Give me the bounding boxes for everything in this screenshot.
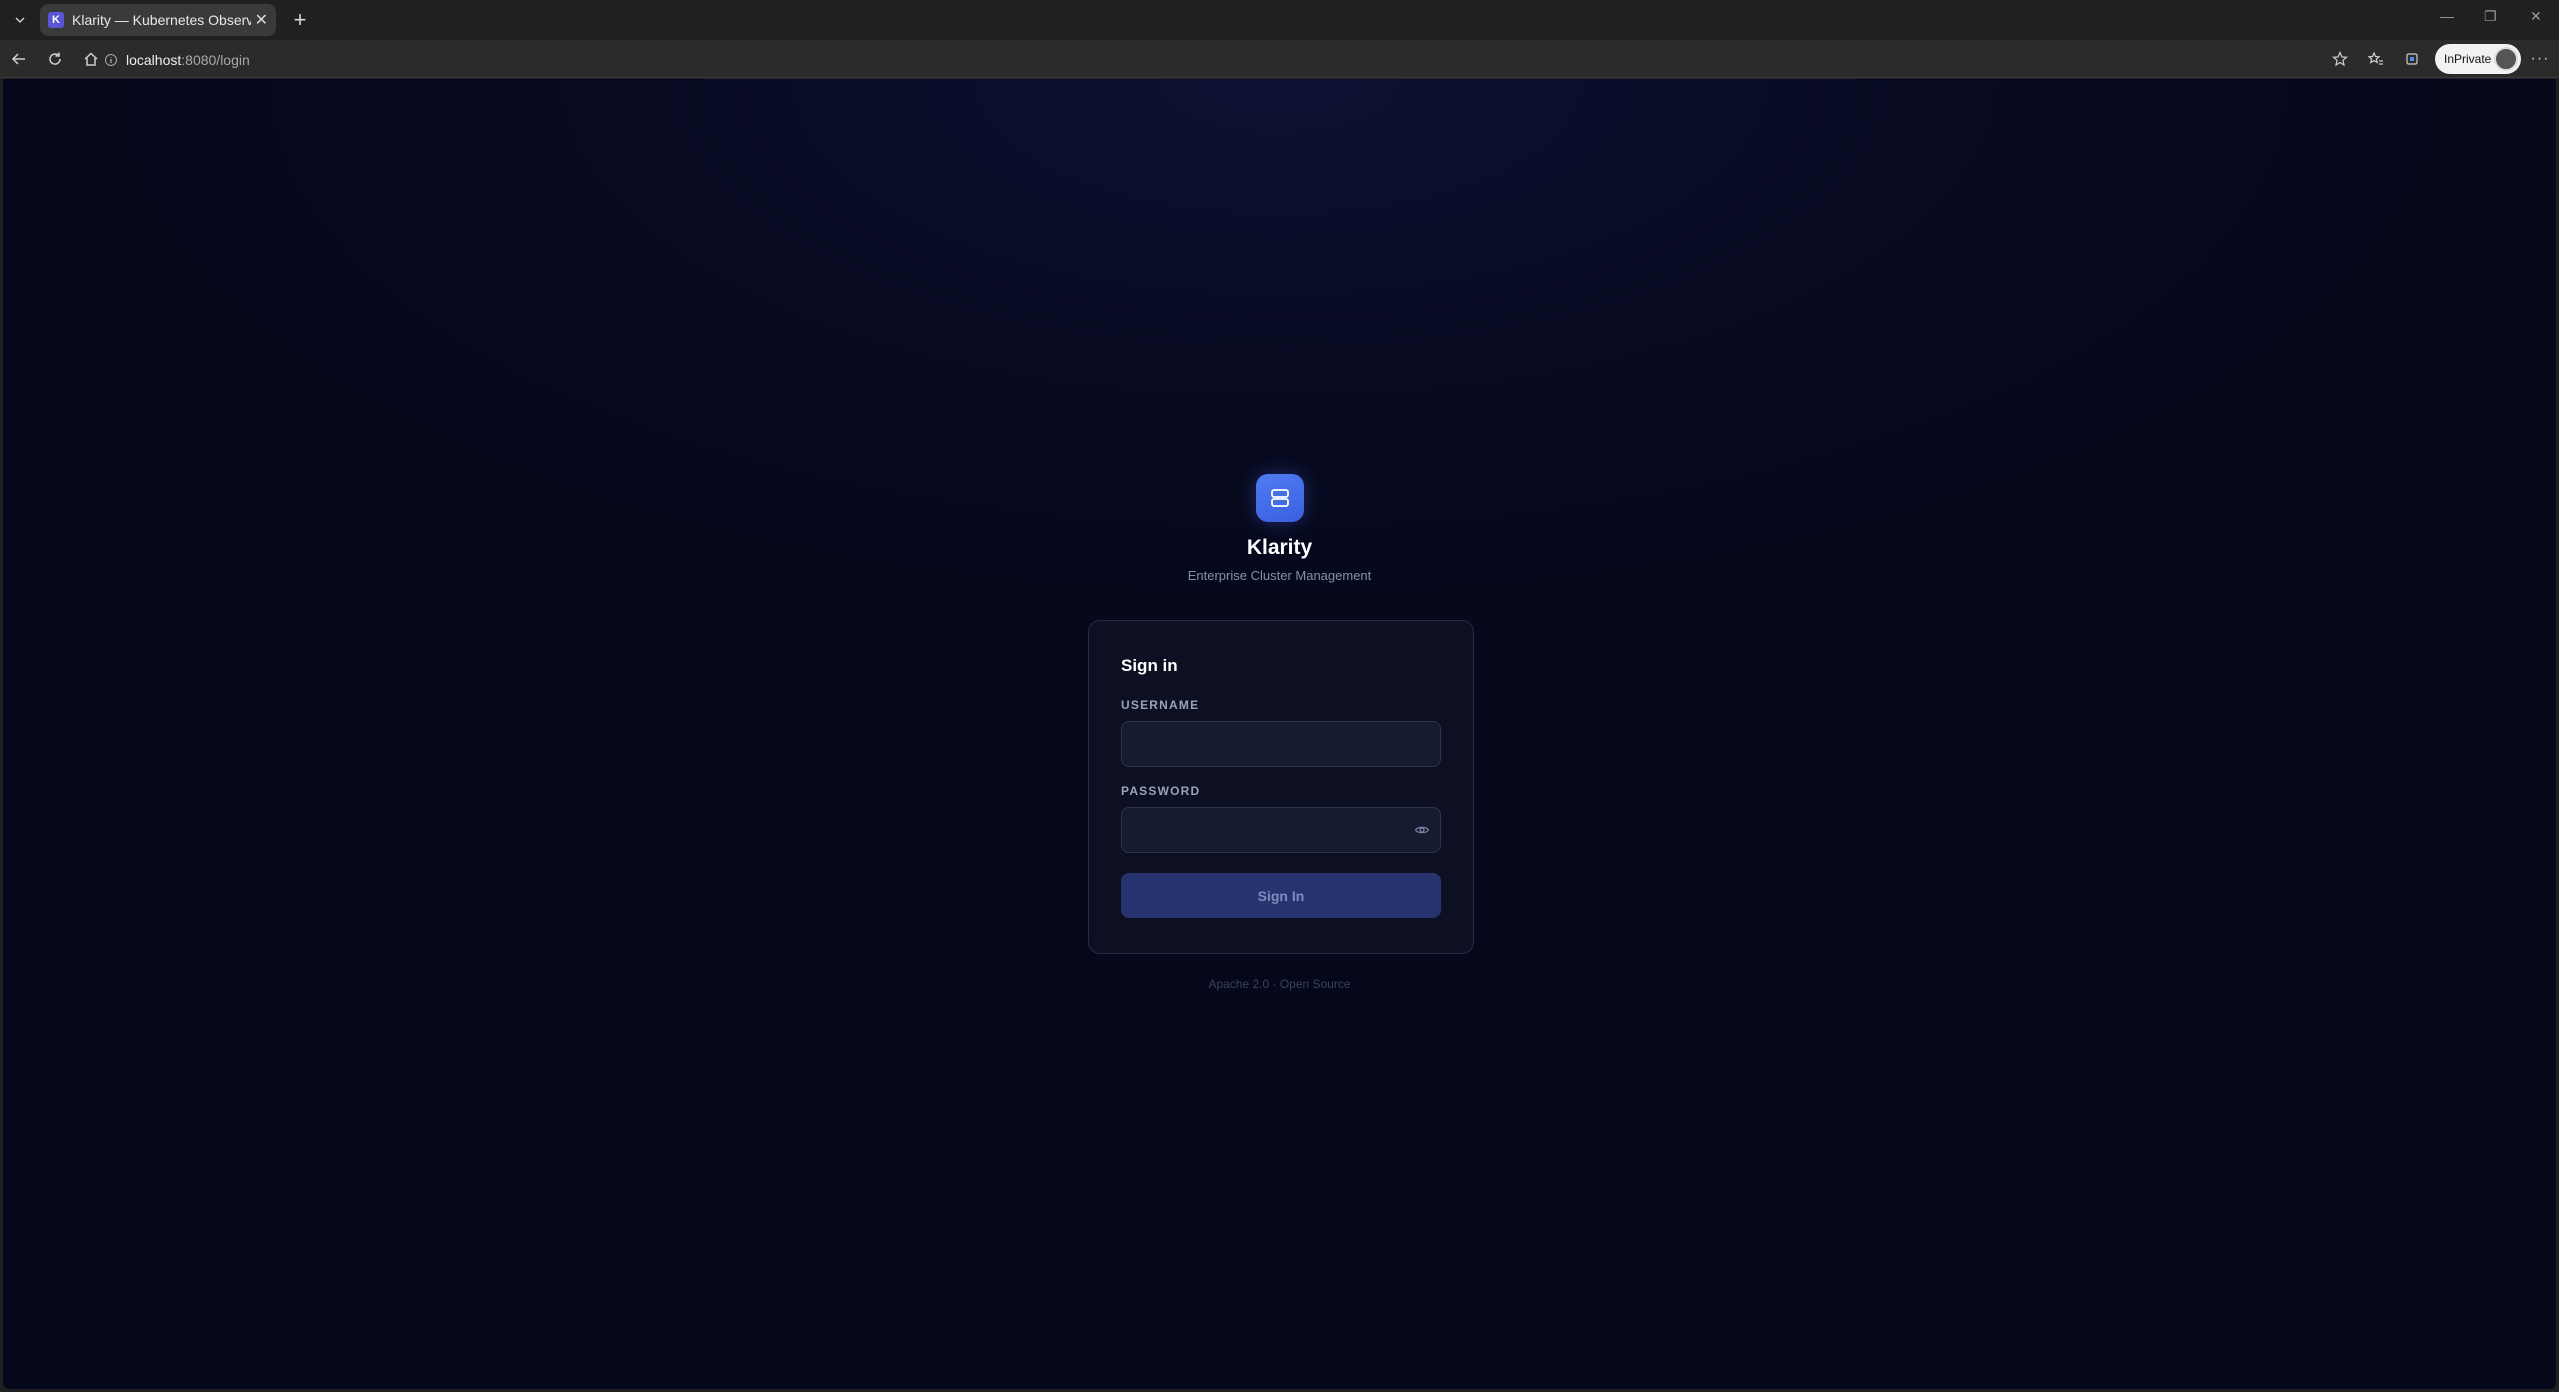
- inprivate-label: InPrivate: [2444, 52, 2492, 66]
- more-icon: ···: [2530, 50, 2550, 67]
- footer-text: Apache 2.0 · Open Source: [1208, 977, 1351, 991]
- home-button[interactable]: [78, 46, 104, 72]
- avatar: [2494, 47, 2518, 71]
- minimize-icon[interactable]: —: [2440, 8, 2454, 24]
- close-icon[interactable]: ✕: [255, 10, 268, 30]
- tab-actions-menu-button[interactable]: [3, 3, 37, 37]
- password-label: PASSWORD: [1121, 784, 1201, 798]
- tab-title: Klarity — Kubernetes Observability: [72, 12, 251, 28]
- username-field[interactable]: [1121, 721, 1441, 767]
- server-stack-icon: [1255, 474, 1304, 522]
- window-close-icon[interactable]: ✕: [2530, 8, 2542, 25]
- brand-header: Klarity Enterprise Cluster Management: [3, 474, 2556, 583]
- login-card: Sign in USERNAME PASSWORD Sign In: [1088, 620, 1474, 954]
- favorite-button[interactable]: [2327, 46, 2353, 72]
- tab-favicon: K: [48, 12, 64, 28]
- reload-button[interactable]: [42, 46, 68, 72]
- arrow-left-icon: [11, 53, 25, 65]
- sign-in-button[interactable]: Sign In: [1121, 873, 1441, 918]
- url-path: :8080/login: [181, 52, 250, 68]
- reload-icon: [49, 52, 61, 65]
- info-icon: [105, 54, 117, 66]
- page-viewport: Klarity Enterprise Cluster Management Si…: [3, 79, 2556, 1389]
- collections-button[interactable]: [2399, 46, 2425, 72]
- home-icon: [84, 52, 98, 66]
- address-bar[interactable]: localhost:8080/login: [105, 49, 250, 71]
- url-host: localhost: [126, 52, 182, 68]
- new-tab-button[interactable]: +: [286, 6, 314, 34]
- browser-toolbar: localhost:8080/login InPrivate ···: [0, 40, 2559, 78]
- collections-icon: [2406, 53, 2418, 65]
- inprivate-badge[interactable]: InPrivate: [2435, 44, 2521, 74]
- chevron-down-icon: [15, 17, 25, 24]
- app-name: Klarity: [1246, 536, 1313, 559]
- star-icon: [2332, 51, 2348, 67]
- restore-icon[interactable]: ❐: [2484, 8, 2497, 25]
- favorites-list-icon: [2368, 51, 2383, 65]
- eye-icon[interactable]: [1414, 822, 1430, 843]
- app-subtitle: Enterprise Cluster Management: [1187, 568, 1372, 583]
- settings-menu-button[interactable]: ···: [2527, 46, 2553, 72]
- favorites-button[interactable]: [2363, 46, 2389, 72]
- browser-tab[interactable]: K Klarity — Kubernetes Observability ✕: [40, 4, 276, 36]
- username-label: USERNAME: [1121, 698, 1200, 712]
- browser-tab-bar: K Klarity — Kubernetes Observability ✕ +…: [0, 0, 2559, 40]
- login-title: Sign in: [1121, 656, 1178, 675]
- back-button[interactable]: [6, 46, 32, 72]
- password-field[interactable]: [1121, 807, 1441, 853]
